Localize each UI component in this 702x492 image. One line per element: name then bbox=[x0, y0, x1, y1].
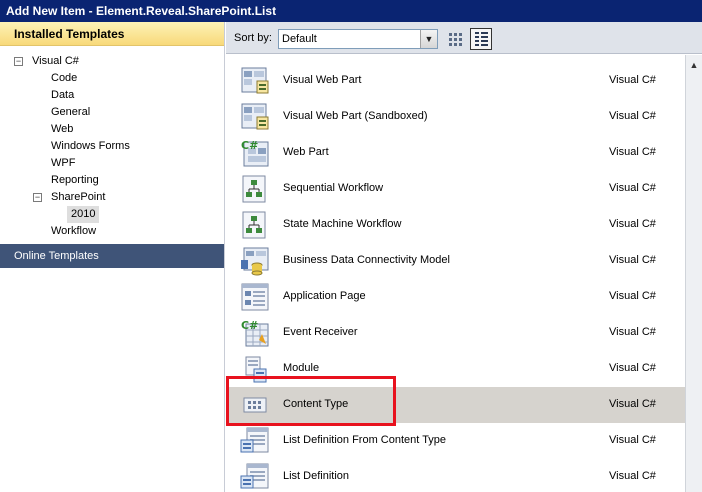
collapse-visual-csharp-icon[interactable]: − bbox=[14, 57, 23, 66]
tree-node-sharepoint-2010[interactable]: 2010 bbox=[67, 206, 100, 223]
tree-node-general[interactable]: General bbox=[51, 104, 90, 121]
template-item-visual-web-part[interactable]: Visual Web Part Visual C# bbox=[226, 63, 685, 99]
template-name: Content Type bbox=[283, 398, 349, 410]
online-templates-header[interactable]: Online Templates bbox=[0, 244, 224, 268]
tree-node-visual-csharp[interactable]: Visual C# bbox=[32, 53, 79, 70]
template-item-sequential-workflow[interactable]: Sequential Workflow Visual C# bbox=[226, 171, 685, 207]
template-name: State Machine Workflow bbox=[283, 218, 402, 230]
state-machine-workflow-icon bbox=[240, 210, 270, 240]
template-item-visual-web-part-sandboxed[interactable]: Visual Web Part (Sandboxed) Visual C# bbox=[226, 99, 685, 135]
svg-text:C#: C# bbox=[241, 319, 258, 332]
template-list: Visual Web Part Visual C# Visual Web Par… bbox=[226, 55, 685, 492]
template-name: List Definition From Content Type bbox=[283, 434, 447, 446]
template-list-scrollbar[interactable]: ▲ bbox=[685, 55, 702, 492]
list-definition-from-content-type-icon bbox=[240, 426, 270, 456]
template-item-content-type[interactable]: Content Type Visual C# bbox=[226, 387, 685, 423]
sequential-workflow-icon bbox=[240, 174, 270, 204]
window-title: Add New Item - Element.Reveal.SharePoint… bbox=[0, 0, 702, 22]
template-name: Event Receiver bbox=[283, 326, 358, 338]
template-language: Visual C# bbox=[609, 74, 656, 86]
event-receiver-icon: C# bbox=[240, 318, 270, 348]
template-name: Web Part bbox=[283, 146, 329, 158]
template-item-module[interactable]: Module Visual C# bbox=[226, 351, 685, 387]
visual-web-part-sandboxed-icon bbox=[240, 102, 270, 132]
tree-node-windows-forms[interactable]: Windows Forms bbox=[51, 138, 130, 155]
tree-node-wpf[interactable]: WPF bbox=[51, 155, 75, 172]
tree-node-data[interactable]: Data bbox=[51, 87, 74, 104]
template-name: List Definition bbox=[283, 470, 350, 482]
template-language: Visual C# bbox=[609, 218, 656, 230]
template-language: Visual C# bbox=[609, 434, 656, 446]
template-tree: − Visual C# Code Data General Web Window… bbox=[0, 46, 224, 264]
template-name: Module bbox=[283, 362, 320, 374]
template-language: Visual C# bbox=[609, 182, 656, 194]
medium-icons-view-icon bbox=[475, 32, 488, 46]
template-item-list-definition[interactable]: List Definition Visual C# bbox=[226, 459, 685, 492]
sort-toolbar: Sort by: Default ▼ bbox=[226, 22, 702, 54]
sort-by-label: Sort by: bbox=[234, 32, 272, 44]
sort-by-dropdown[interactable]: Default ▼ bbox=[278, 29, 438, 49]
template-language: Visual C# bbox=[609, 290, 656, 302]
templates-list-panel: Sort by: Default ▼ Visual Web Part Visua… bbox=[226, 22, 702, 492]
template-language: Visual C# bbox=[609, 326, 656, 338]
module-icon bbox=[240, 354, 270, 384]
template-name: Visual Web Part bbox=[283, 74, 362, 86]
tree-node-web[interactable]: Web bbox=[51, 121, 73, 138]
tree-node-sharepoint[interactable]: SharePoint bbox=[51, 189, 105, 206]
template-language: Visual C# bbox=[609, 254, 656, 266]
installed-templates-header[interactable]: Installed Templates bbox=[0, 22, 224, 46]
dropdown-arrow-icon[interactable]: ▼ bbox=[420, 30, 437, 48]
template-language: Visual C# bbox=[609, 110, 656, 122]
medium-icons-view-button[interactable] bbox=[470, 28, 492, 50]
template-item-state-machine-workflow[interactable]: State Machine Workflow Visual C# bbox=[226, 207, 685, 243]
sort-by-value: Default bbox=[282, 33, 317, 45]
template-item-event-receiver[interactable]: C# Event Receiver Visual C# bbox=[226, 315, 685, 351]
template-language: Visual C# bbox=[609, 470, 656, 482]
template-item-application-page[interactable]: Application Page Visual C# bbox=[226, 279, 685, 315]
content-type-icon bbox=[240, 390, 270, 420]
collapse-sharepoint-icon[interactable]: − bbox=[33, 193, 42, 202]
tree-node-reporting[interactable]: Reporting bbox=[51, 172, 99, 189]
template-name: Business Data Connectivity Model bbox=[283, 254, 450, 266]
scroll-up-arrow-icon[interactable]: ▲ bbox=[686, 57, 702, 73]
template-language: Visual C# bbox=[609, 146, 656, 158]
tree-node-code[interactable]: Code bbox=[51, 70, 77, 87]
tree-node-workflow[interactable]: Workflow bbox=[51, 223, 96, 240]
template-item-list-definition-from-content-type[interactable]: List Definition From Content Type Visual… bbox=[226, 423, 685, 459]
svg-text:C#: C# bbox=[241, 139, 258, 152]
template-name: Application Page bbox=[283, 290, 366, 302]
application-page-icon bbox=[240, 282, 270, 312]
template-language: Visual C# bbox=[609, 398, 656, 410]
template-name: Sequential Workflow bbox=[283, 182, 384, 194]
bdc-model-icon bbox=[240, 246, 270, 276]
small-icons-view-button[interactable] bbox=[444, 28, 466, 50]
visual-web-part-icon bbox=[240, 66, 270, 96]
template-name: Visual Web Part (Sandboxed) bbox=[283, 110, 428, 122]
list-definition-icon bbox=[240, 462, 270, 492]
template-language: Visual C# bbox=[609, 362, 656, 374]
template-item-web-part[interactable]: C# Web Part Visual C# bbox=[226, 135, 685, 171]
templates-tree-panel: Installed Templates − Visual C# Code Dat… bbox=[0, 22, 225, 492]
small-icons-view-icon bbox=[449, 33, 462, 46]
web-part-icon: C# bbox=[240, 138, 270, 168]
template-item-business-data-connectivity-model[interactable]: Business Data Connectivity Model Visual … bbox=[226, 243, 685, 279]
